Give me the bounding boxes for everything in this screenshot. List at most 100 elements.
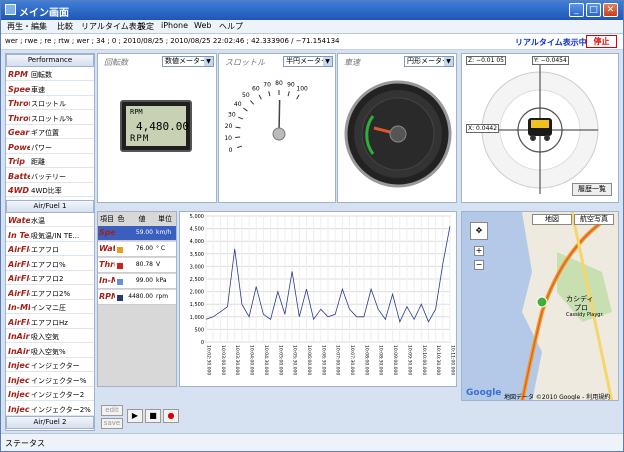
sidebar-item-label: インジェクター <box>31 362 80 370</box>
row-color-swatch <box>117 247 123 253</box>
map-label-playground: Cassidy Playgr. <box>566 312 604 318</box>
speed-gauge <box>344 80 452 188</box>
sensor-icon: In-MF <box>8 303 30 312</box>
menu-iphone[interactable]: iPhone <box>161 21 188 30</box>
sidebar-item[interactable]: In-MFインマニ圧 <box>6 302 94 314</box>
close-button[interactable]: ✕ <box>603 3 618 17</box>
sidebar-item[interactable]: Injector%インジェクター% <box>6 375 94 387</box>
row-color-swatch <box>117 263 123 269</box>
row-value: 4480.00 <box>128 293 153 300</box>
sidebar-item[interactable]: Trip 距離 <box>6 156 94 168</box>
sidebar-item[interactable]: Water Temp水温 <box>6 215 94 227</box>
sidebar-item-label: パワー <box>31 143 52 152</box>
menu-settings[interactable]: 設定 <box>138 21 154 32</box>
sidebar-item[interactable]: Injector2インジェクター2 <box>6 389 94 401</box>
play-icon[interactable]: ▶ <box>127 409 143 423</box>
minimize-button[interactable]: _ <box>569 3 584 17</box>
throttle-tick <box>235 126 241 129</box>
zoom-in-button[interactable]: + <box>474 246 484 256</box>
sidebar-item[interactable]: 4WD Ratio4WD比率 <box>6 185 94 197</box>
sensor-icon: Battery <box>8 171 30 181</box>
sidebar-item[interactable]: Gear Posギア位置 <box>6 127 94 139</box>
rpm-mode-select[interactable]: 数値メーター ▼ <box>162 56 214 67</box>
row-color-swatch <box>117 279 123 285</box>
menu-web[interactable]: Web <box>194 21 211 30</box>
chart-x-tick-label: 10:03:00.000 <box>220 345 226 375</box>
sidebar-item[interactable]: AirFlowエアフロ <box>6 244 94 256</box>
sidebar-item-label: ギア位置 <box>31 129 59 137</box>
table-row[interactable]: Speed 59.00km/h <box>98 226 176 241</box>
rpm-lcd-display: RPM 4,480.00 RPM <box>120 100 192 152</box>
map-panel[interactable]: 地図 航空写真 ✥ + − カシディ プロ Cassidy Playgr. Go… <box>461 211 619 401</box>
sidebar-item[interactable]: InAir 吸入空気 <box>6 331 94 343</box>
sidebar-item[interactable]: AirFlow%エアフロ% <box>6 259 94 271</box>
chevron-down-icon: ▼ <box>204 57 213 66</box>
lcd-screen: RPM 4,480.00 RPM <box>126 106 189 146</box>
sidebar-item[interactable]: Speed車速 <box>6 84 94 96</box>
window-title: メイン画面 <box>19 8 69 19</box>
table-row[interactable]: Throttle 80.78V <box>98 258 176 273</box>
menu-compare[interactable]: 比較 <box>57 21 73 32</box>
stop-button[interactable]: 停止 <box>586 35 617 48</box>
map-canvas <box>462 212 618 400</box>
maximize-button[interactable]: □ <box>586 3 601 17</box>
sidebar-item[interactable]: InAir%吸入空気% <box>6 346 94 358</box>
sensor-icon: Injector2 <box>8 390 30 399</box>
sidebar-item[interactable]: Powerパワー <box>6 142 94 154</box>
stop-icon[interactable]: ■ <box>145 409 161 423</box>
sensor-icon: Injector <box>8 361 30 370</box>
map-tab-satellite[interactable]: 航空写真 <box>574 214 614 225</box>
save-button[interactable]: save <box>101 418 123 429</box>
sidebar-item[interactable]: In Temp吸気温/IN TE... <box>6 230 94 242</box>
sidebar-item[interactable]: Injector2%インジェクター2% <box>6 404 94 416</box>
throttle-tick-label: 50 <box>242 92 250 99</box>
table-row[interactable]: RPM 4480.00rpm <box>98 290 176 305</box>
sidebar-item[interactable]: Throttle%スロットル% <box>6 113 94 125</box>
chart-x-tick-label: 10:07:00.000 <box>335 345 341 375</box>
group-air-fuel-2[interactable]: Air/Fuel 2 <box>6 416 94 429</box>
throttle-tick-label: 100 <box>296 86 308 93</box>
sidebar-item[interactable]: AirFlow2エアフロ2 <box>6 273 94 285</box>
chart-y-tick-label: 500 <box>194 327 204 333</box>
throttle-tick <box>268 91 271 97</box>
session-info: wer ; rwe ; re ; rtw ; wer ; 34 ; 0 ; 20… <box>5 37 340 45</box>
menu-help[interactable]: ヘルプ <box>219 21 243 32</box>
table-row[interactable]: In-MF PRS 99.00kPa <box>98 274 176 289</box>
sidebar-item[interactable]: AirFlow2%エアフロ2% <box>6 288 94 300</box>
throttle-tick-label: 60 <box>252 86 260 93</box>
chart-y-tick-label: 0 <box>201 340 204 346</box>
row-sensor-icon: Water Temp <box>99 244 115 253</box>
sensor-icon: 4WD Ratio <box>8 186 30 195</box>
map-tab-map[interactable]: 地図 <box>532 214 572 225</box>
z-axis-readout: Z: −0.01 05 <box>466 56 506 65</box>
sidebar-item-label: エアフロ2% <box>31 289 71 298</box>
pan-control-icon[interactable]: ✥ <box>470 222 488 240</box>
history-list-button[interactable]: 履歴一覧 <box>572 183 612 196</box>
sidebar-item[interactable]: RPM 回転数 <box>6 69 94 81</box>
row-sensor-icon: Throttle <box>99 260 115 269</box>
sidebar-item[interactable]: AirFlowHzエアフロHz <box>6 317 94 329</box>
edit-button[interactable]: edit <box>101 405 123 416</box>
sensor-icon: Injector% <box>8 375 30 385</box>
table-row[interactable]: Water Temp 76.00° C <box>98 242 176 257</box>
sensor-icon: AirFlowHz <box>8 317 30 327</box>
sidebar-item[interactable]: Batteryバッテリー <box>6 171 94 183</box>
row-unit: kPa <box>156 277 167 284</box>
y-axis-readout: Y: −0.0454 <box>532 56 569 65</box>
header-value: 値 <box>138 215 146 223</box>
group-performance[interactable]: Performance <box>6 54 94 67</box>
realtime-status: リアルタイム表示中 <box>515 38 587 47</box>
record-icon[interactable]: ● <box>163 409 179 423</box>
menu-realtime[interactable]: リアルタイム表示 <box>81 21 145 32</box>
sidebar-item[interactable]: Injectorインジェクター <box>6 360 94 372</box>
chart-x-tick-label: 10:07:30.000 <box>349 345 355 375</box>
chart-y-tick-label: 3,500 <box>190 252 204 258</box>
zoom-out-button[interactable]: − <box>474 260 484 270</box>
sidebar-item[interactable]: Throttleスロットル <box>6 98 94 110</box>
row-color-swatch <box>117 295 123 301</box>
chart-x-tick-label: 10:03:30.000 <box>234 345 240 375</box>
group-air-fuel-1[interactable]: Air/Fuel 1 <box>6 200 94 213</box>
throttle-tick <box>287 91 290 97</box>
chart-x-tick-label: 10:10:00.000 <box>421 345 427 375</box>
menu-playback-edit[interactable]: 再生・編集 <box>7 21 47 32</box>
